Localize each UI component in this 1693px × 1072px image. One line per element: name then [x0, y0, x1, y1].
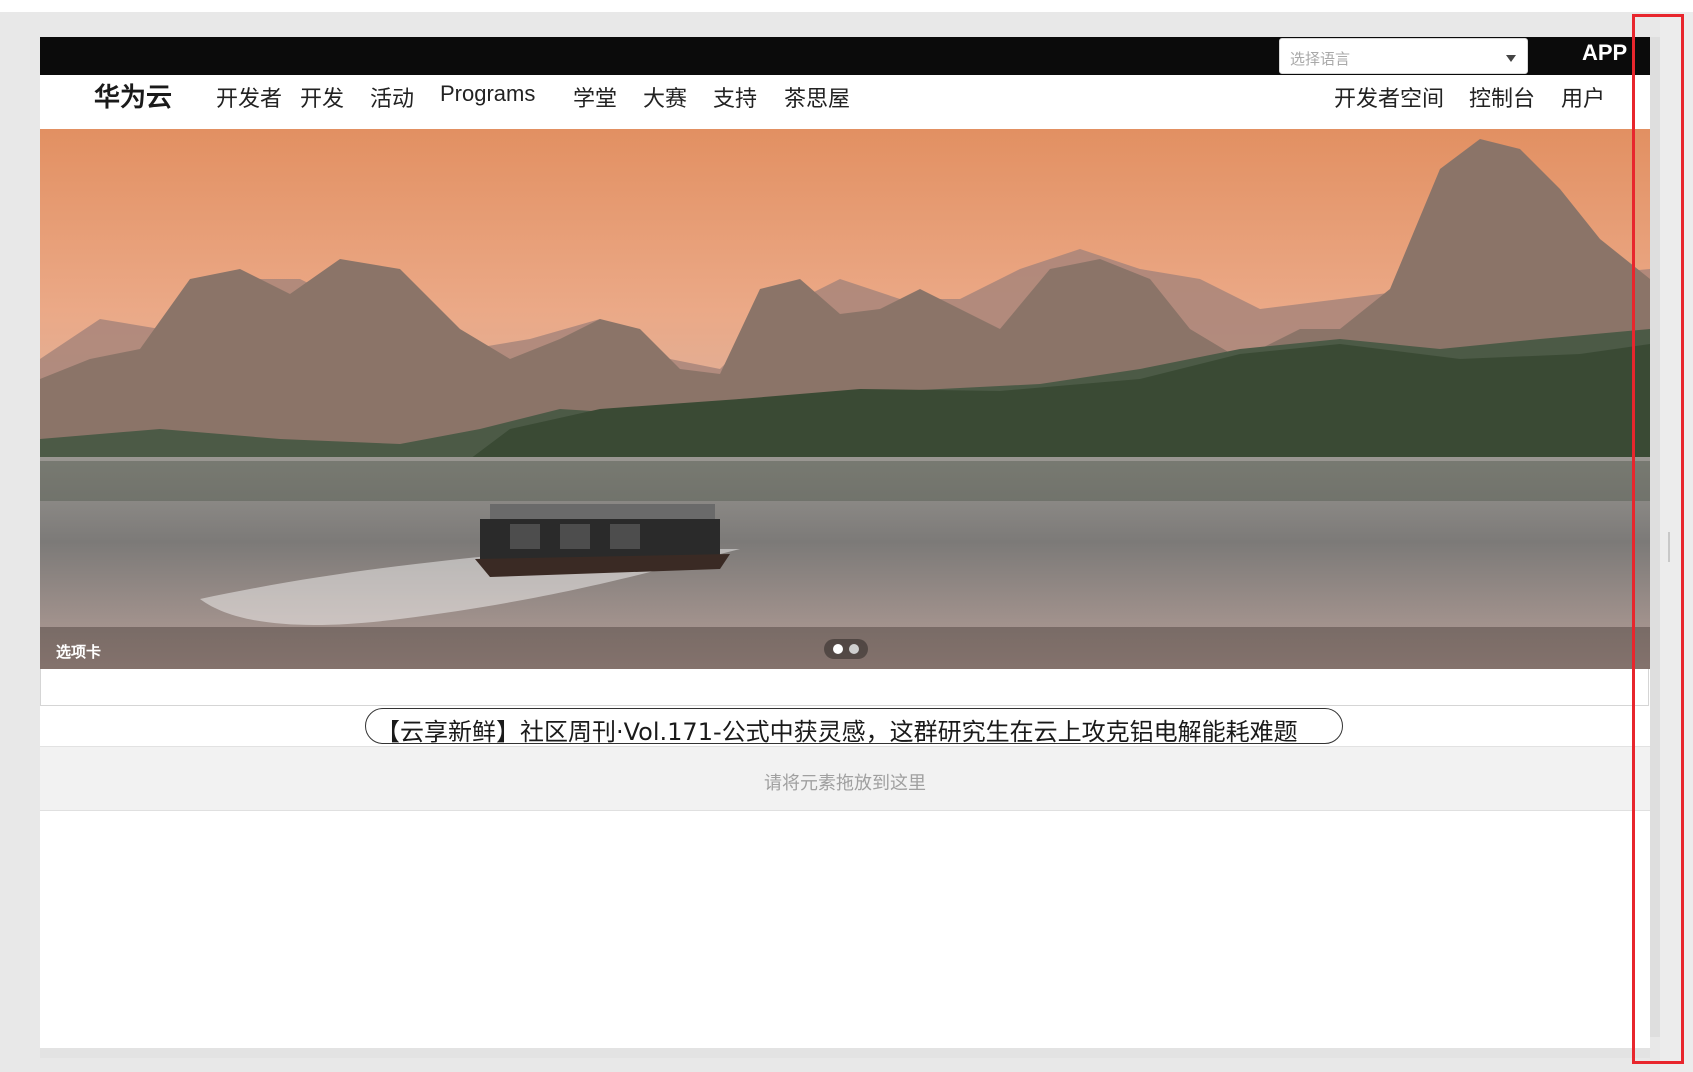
page-canvas: 选择语言 APP 华为云 开发者 开发 活动 Programs 学堂 大赛 支持…: [40, 37, 1650, 1048]
news-ticker: 【云享新鲜】社区周刊·Vol.171-公式中获灵感，这群研究生在云上攻克铝电解能…: [40, 707, 1650, 747]
app-link[interactable]: APP: [1582, 40, 1627, 66]
drop-zone[interactable]: 请将元素拖放到这里: [40, 747, 1650, 811]
nav-item-academy[interactable]: 学堂: [573, 81, 617, 113]
carousel-dot-2[interactable]: [849, 644, 859, 654]
drop-zone-hint: 请将元素拖放到这里: [764, 773, 926, 793]
banner-image: [40, 129, 1650, 669]
nav-item-competitions[interactable]: 大赛: [643, 81, 687, 113]
nav-item-developers[interactable]: 开发者: [216, 81, 282, 113]
logo[interactable]: 华为云: [94, 77, 172, 114]
language-select[interactable]: 选择语言: [1279, 38, 1528, 74]
top-bar: 选择语言 APP: [40, 37, 1650, 75]
horizontal-scrollbar[interactable]: [40, 1048, 1650, 1058]
caret-down-icon: [1506, 55, 1516, 62]
language-select-placeholder: 选择语言: [1290, 51, 1351, 68]
nav-item-events[interactable]: 活动: [370, 81, 414, 113]
nav-item-developer-space[interactable]: 开发者空间: [1334, 81, 1444, 113]
empty-section: [40, 669, 1649, 706]
news-headline-link[interactable]: 【云享新鲜】社区周刊·Vol.171-公式中获灵感，这群研究生在云上攻克铝电解能…: [365, 708, 1343, 744]
nav-item-programs[interactable]: Programs: [440, 81, 535, 107]
nav-item-support[interactable]: 支持: [713, 81, 757, 113]
top-strip: [0, 0, 1693, 12]
nav-item-console[interactable]: 控制台: [1469, 81, 1535, 113]
hero-carousel[interactable]: 选项卡: [40, 129, 1650, 669]
carousel-dot-1[interactable]: [833, 644, 843, 654]
highlight-box: [1632, 14, 1684, 1064]
carousel-dots: [824, 639, 868, 659]
banner-caption: 选项卡: [56, 644, 102, 661]
nav-item-tea-house[interactable]: 茶思屋: [784, 81, 850, 113]
nav-item-user[interactable]: 用户: [1561, 81, 1605, 113]
boat: [475, 504, 730, 577]
nav-item-develop[interactable]: 开发: [300, 81, 344, 113]
